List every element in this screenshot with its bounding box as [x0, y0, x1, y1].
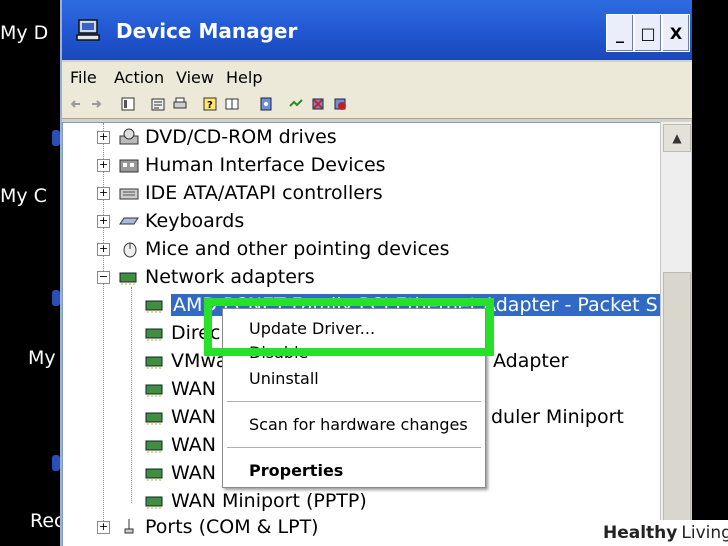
disable-device-icon[interactable] — [332, 96, 348, 112]
desktop-icon-label-2[interactable]: My C — [0, 185, 58, 207]
network-adapter-icon — [145, 412, 163, 425]
network-adapter-icon — [145, 300, 163, 313]
help-icon[interactable]: ? — [202, 96, 218, 112]
print-icon[interactable] — [172, 96, 188, 112]
highlight-box — [204, 298, 494, 356]
watermark-bold-text: Healthy — [603, 523, 678, 543]
update-driver-icon[interactable] — [288, 96, 304, 112]
computer-icon — [76, 19, 100, 41]
keyboard-icon — [119, 217, 139, 225]
view-icon[interactable] — [224, 96, 240, 112]
tree-child-wan-pptp[interactable]: WAN Miniport (PPTP) — [145, 487, 367, 515]
tree-child-wan-2[interactable]: WAN — [145, 403, 216, 431]
tree-item-label-suffix: Adapter — [493, 350, 569, 372]
tree-item-label-suffix: duler Miniport — [491, 406, 624, 428]
tree-item-label: WAN — [171, 406, 216, 428]
dvd-drive-icon — [119, 128, 139, 145]
tree-item-label: WAN — [171, 378, 216, 400]
tree-child-wan-1[interactable]: WAN — [145, 375, 216, 403]
expand-icon[interactable]: + — [97, 187, 110, 200]
network-adapter-icon — [145, 328, 163, 341]
tree-item-keyboards[interactable]: + Keyboards — [97, 207, 244, 235]
toolbar: ? — [62, 92, 692, 119]
tree-connector — [131, 287, 132, 503]
desktop-icon-fragment — [52, 455, 60, 471]
menu-view[interactable]: View — [176, 68, 214, 87]
menu-help[interactable]: Help — [226, 68, 262, 87]
menu-file[interactable]: File — [70, 68, 97, 87]
desktop-icon-fragment — [52, 130, 60, 146]
expand-icon[interactable]: + — [97, 159, 110, 172]
network-adapter-icon — [145, 384, 163, 397]
expand-icon[interactable]: + — [97, 243, 110, 256]
scroll-up-arrow-icon[interactable]: ▲ — [663, 124, 691, 152]
desktop-icon-fragment — [52, 290, 60, 306]
title-bar[interactable]: Device Manager _ □ X — [62, 0, 692, 60]
collapse-icon[interactable]: − — [97, 271, 110, 284]
tree-item-label: WAN Miniport (PPTP) — [171, 490, 367, 512]
network-adapter-icon — [145, 356, 163, 369]
tree-item-dvd[interactable]: + DVD/CD-ROM drives — [97, 123, 337, 151]
scan-hardware-icon[interactable] — [258, 96, 274, 112]
tree-child-suffix: duler Miniport — [491, 403, 624, 431]
close-button[interactable]: X — [662, 14, 690, 52]
tree-item-hid[interactable]: + Human Interface Devices — [97, 151, 386, 179]
tree-item-label: WAN — [171, 434, 216, 456]
port-icon — [124, 519, 134, 534]
watermark: Healthy Living — [596, 520, 728, 546]
tree-item-label: DVD/CD-ROM drives — [145, 126, 337, 148]
back-arrow-icon[interactable] — [68, 96, 84, 112]
hid-icon — [119, 159, 139, 173]
tree-child-wan-4[interactable]: WAN — [145, 459, 216, 487]
scrollbar-thumb[interactable] — [663, 272, 691, 534]
desktop-icon-label-1[interactable]: My D — [0, 22, 58, 44]
network-adapter-icon — [145, 440, 163, 453]
expand-icon[interactable]: + — [97, 521, 110, 534]
tree-item-label: Network adapters — [145, 266, 315, 288]
uninstall-icon[interactable] — [310, 96, 326, 112]
ide-controller-icon — [119, 188, 139, 200]
minimize-button[interactable]: _ — [606, 14, 634, 52]
expand-icon[interactable]: + — [97, 131, 110, 144]
tree-item-label: Human Interface Devices — [145, 154, 386, 176]
network-adapter-icon — [145, 468, 163, 481]
tree-item-label: IDE ATA/ATAPI controllers — [145, 182, 383, 204]
show-hide-tree-icon[interactable] — [120, 96, 136, 112]
menu-item-properties[interactable]: Properties — [249, 461, 343, 480]
tree-item-mice[interactable]: + Mice and other pointing devices — [97, 235, 449, 263]
forward-arrow-icon[interactable] — [88, 96, 104, 112]
menu-action[interactable]: Action — [114, 68, 164, 87]
mouse-icon — [123, 242, 137, 258]
svg-text:?: ? — [207, 100, 213, 111]
tree-item-ide[interactable]: + IDE ATA/ATAPI controllers — [97, 179, 383, 207]
network-adapter-icon — [119, 272, 137, 285]
tree-item-network-adapters[interactable]: − Network adapters — [97, 263, 315, 291]
tree-child-suffix: Adapter — [493, 347, 568, 375]
maximize-button[interactable]: □ — [634, 14, 662, 52]
network-adapter-icon — [145, 496, 163, 509]
menu-separator — [227, 447, 481, 448]
tree-item-ports[interactable]: + Ports (COM & LPT) — [97, 513, 319, 541]
tree-item-label: Keyboards — [145, 210, 245, 232]
tree-child-wan-3[interactable]: WAN — [145, 431, 216, 459]
window-title: Device Manager — [116, 19, 298, 43]
menu-separator — [227, 401, 481, 402]
tree-item-label: Mice and other pointing devices — [145, 238, 450, 260]
menu-item-uninstall[interactable]: Uninstall — [249, 369, 319, 388]
watermark-text: Living — [681, 523, 728, 543]
tree-item-label: WAN — [171, 462, 216, 484]
properties-icon[interactable] — [150, 96, 166, 112]
expand-icon[interactable]: + — [97, 215, 110, 228]
menu-item-scan-hardware[interactable]: Scan for hardware changes — [249, 415, 468, 434]
tree-item-label: Ports (COM & LPT) — [145, 516, 319, 538]
vertical-scrollbar[interactable]: ▲ — [660, 122, 691, 546]
menu-bar: File Action View Help — [62, 62, 692, 92]
